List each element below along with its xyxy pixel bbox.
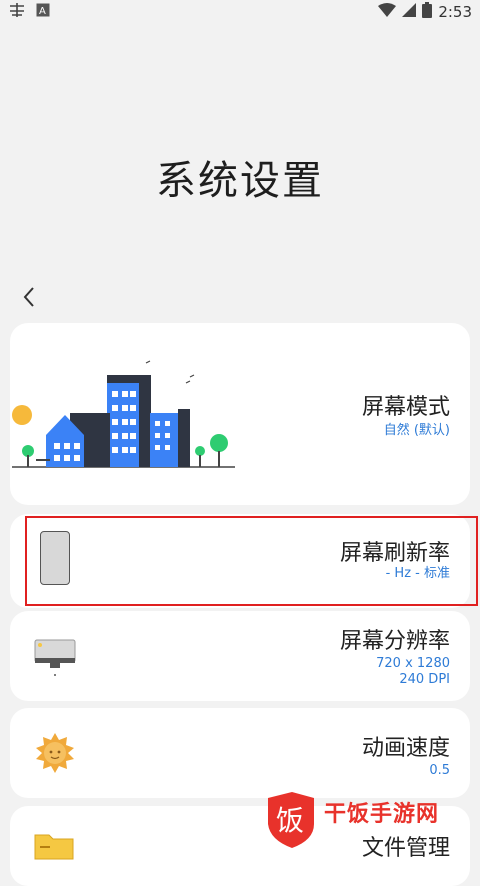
setting-value-line2: 240 DPI xyxy=(399,672,450,687)
battery-icon xyxy=(422,2,433,22)
setting-value-line1: 720 x 1280 xyxy=(376,656,450,671)
wifi-icon xyxy=(378,3,397,21)
city-illustration-icon xyxy=(12,360,235,468)
back-button[interactable] xyxy=(14,282,44,312)
status-right: 2:53 xyxy=(378,2,472,22)
font-icon: A xyxy=(36,3,50,21)
status-time: 2:53 xyxy=(438,3,472,21)
page-title: 系统设置 xyxy=(156,158,324,204)
signal-icon xyxy=(402,3,417,21)
setting-label: 屏幕模式 xyxy=(361,395,450,420)
status-left: A xyxy=(8,2,50,22)
watermark-text: 干饭手游网 xyxy=(324,802,440,827)
svg-text:A: A xyxy=(39,6,46,17)
setting-card-screen-mode[interactable]: 屏幕模式 自然 (默认) xyxy=(10,323,470,505)
status-bar: A 2:53 xyxy=(0,0,480,24)
chevron-left-icon xyxy=(23,287,34,307)
setting-label: 屏幕分辨率 xyxy=(339,629,450,654)
setting-card-animation-speed[interactable]: 动画速度 0.5 xyxy=(10,708,470,798)
highlight-box xyxy=(25,516,478,606)
setting-card-resolution[interactable]: 屏幕分辨率 720 x 1280 240 DPI xyxy=(10,611,470,701)
watermark: 饭 干饭手游网 xyxy=(262,790,480,854)
setting-value: 自然 (默认) xyxy=(383,423,450,438)
svg-text:饭: 饭 xyxy=(276,804,304,837)
notification-icon xyxy=(8,2,26,22)
setting-label: 动画速度 xyxy=(361,736,450,761)
folder-icon xyxy=(34,834,74,860)
monitor-icon xyxy=(34,639,76,676)
setting-value: 0.5 xyxy=(429,763,450,778)
sun-icon xyxy=(36,733,74,773)
watermark-logo-icon: 饭 xyxy=(268,792,314,848)
